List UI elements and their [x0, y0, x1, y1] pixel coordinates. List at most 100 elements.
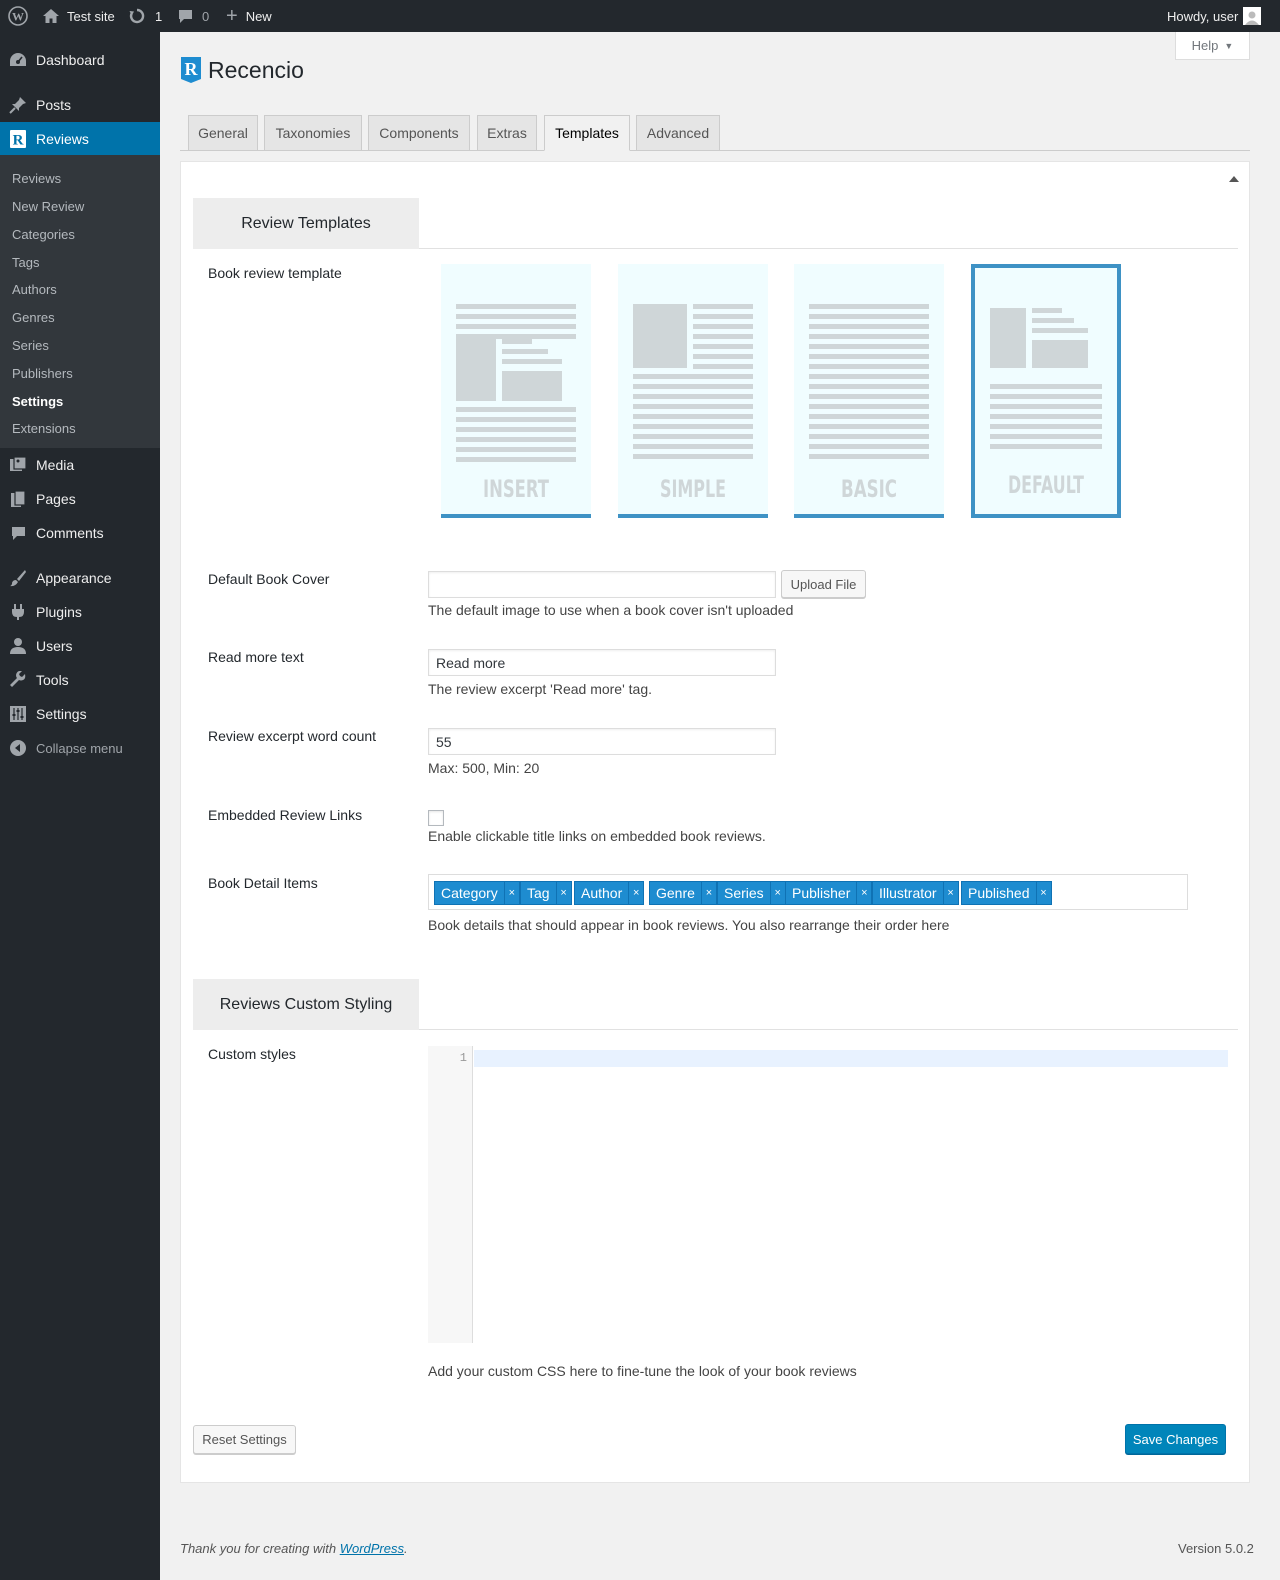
save-changes-button[interactable]: Save Changes — [1125, 1424, 1226, 1454]
help-tab-button[interactable]: Help ▼ — [1175, 32, 1250, 60]
site-name-link[interactable]: Test site — [42, 0, 115, 32]
footer-thanks-suffix: . — [404, 1541, 408, 1556]
template-name: DEFAULT — [1008, 471, 1084, 499]
submenu-reviews[interactable]: Reviews — [12, 171, 61, 186]
new-label: New — [245, 8, 272, 24]
menu-posts[interactable]: Posts — [0, 88, 160, 122]
book-detail-items-description: Book details that should appear in book … — [428, 917, 950, 933]
menu-media[interactable]: Media — [0, 448, 160, 482]
caret-down-icon: ▼ — [1224, 40, 1234, 51]
detail-item-chip[interactable]: Publisher × — [785, 881, 873, 905]
recencio-logo-icon: R — [180, 55, 202, 86]
line-number: 1 — [459, 1051, 467, 1065]
detail-item-chip[interactable]: Category × — [434, 881, 520, 905]
template-basic-option[interactable]: BASIC — [794, 264, 944, 518]
wordpress-link[interactable]: WordPress — [340, 1541, 404, 1556]
template-name: INSERT — [483, 475, 549, 503]
submenu-authors[interactable]: Authors — [12, 282, 57, 297]
menu-plugins[interactable]: Plugins — [0, 595, 160, 629]
chip-label: Author — [581, 885, 623, 901]
wordpress-logo-icon[interactable]: W — [8, 0, 28, 32]
comment-bubble-icon — [177, 8, 194, 25]
home-icon — [42, 8, 60, 24]
excerpt-word-count-description: Max: 500, Min: 20 — [428, 760, 540, 776]
editor-active-line[interactable] — [474, 1050, 1228, 1067]
submenu-extensions[interactable]: Extensions — [12, 421, 76, 436]
remove-chip-icon[interactable]: × — [769, 882, 785, 904]
tab-advanced[interactable]: Advanced — [636, 115, 720, 151]
section-header-custom-styling: Reviews Custom Styling — [193, 979, 1238, 1030]
my-account-link[interactable]: Howdy, user — [1167, 0, 1262, 32]
submenu-settings[interactable]: Settings — [12, 394, 63, 409]
excerpt-word-count-input[interactable]: 55 — [428, 728, 776, 755]
recencio-logo-icon: R — [0, 130, 36, 148]
collapse-panel-toggle-icon[interactable] — [1229, 176, 1239, 182]
upload-file-button[interactable]: Upload File — [781, 570, 866, 598]
menu-label: Comments — [36, 525, 104, 541]
remove-chip-icon[interactable]: × — [503, 882, 519, 904]
menu-appearance[interactable]: Appearance — [0, 561, 160, 595]
detail-item-chip[interactable]: Genre × — [649, 881, 717, 905]
tab-templates[interactable]: Templates — [544, 115, 630, 151]
detail-item-chip[interactable]: Tag × — [520, 881, 572, 905]
read-more-input[interactable]: Read more — [428, 649, 776, 676]
menu-label: Collapse menu — [36, 740, 123, 756]
remove-chip-icon[interactable]: × — [555, 882, 571, 904]
menu-settings[interactable]: Settings — [0, 697, 160, 731]
menu-tools[interactable]: Tools — [0, 663, 160, 697]
plus-icon: + — [226, 5, 238, 27]
collapse-arrow-icon — [0, 740, 36, 756]
submenu-publishers[interactable]: Publishers — [12, 366, 73, 381]
menu-label: Dashboard — [36, 52, 105, 68]
tab-general[interactable]: General — [188, 115, 258, 151]
settings-panel: Review Templates Book review template IN… — [180, 161, 1250, 1483]
remove-chip-icon[interactable]: × — [628, 882, 643, 904]
menu-label: Pages — [36, 491, 76, 507]
section-header-review-templates: Review Templates — [193, 198, 1238, 249]
media-icon — [0, 456, 36, 474]
chip-label: Genre — [656, 885, 695, 901]
submenu-categories[interactable]: Categories — [12, 227, 75, 242]
remove-chip-icon[interactable]: × — [700, 882, 716, 904]
submenu-new-review[interactable]: New Review — [12, 199, 84, 214]
book-detail-items-label: Book Detail Items — [208, 875, 318, 891]
detail-item-chip[interactable]: Illustrator × — [872, 881, 959, 905]
reviews-submenu: Reviews New Review Categories Tags Autho… — [0, 155, 160, 448]
default-cover-input[interactable] — [428, 571, 776, 598]
tab-components[interactable]: Components — [368, 115, 470, 151]
plugin-icon — [0, 603, 36, 621]
remove-chip-icon[interactable]: × — [942, 882, 958, 904]
detail-item-chip[interactable]: Published × — [961, 881, 1052, 905]
comments-link[interactable]: 0 — [177, 0, 209, 32]
new-content-link[interactable]: + New — [226, 0, 272, 32]
updates-link[interactable]: 1 — [128, 0, 162, 32]
template-default-option[interactable]: DEFAULT — [971, 264, 1121, 518]
comments-count: 0 — [202, 8, 210, 24]
reset-settings-button[interactable]: Reset Settings — [193, 1425, 296, 1454]
menu-label: Tools — [36, 672, 69, 688]
collapse-menu-button[interactable]: Collapse menu — [0, 731, 160, 765]
book-detail-items-tag-input[interactable]: Category × Tag × Author × Genre × Series × Pu… — [428, 874, 1188, 910]
tab-taxonomies[interactable]: Taxonomies — [264, 115, 362, 151]
submenu-genres[interactable]: Genres — [12, 310, 55, 325]
menu-reviews[interactable]: R Reviews — [0, 122, 160, 156]
template-insert-option[interactable]: INSERT — [441, 264, 591, 518]
admin-sidebar: Dashboard Posts R Reviews Reviews New Re… — [0, 32, 160, 1580]
menu-users[interactable]: Users — [0, 629, 160, 663]
menu-dashboard[interactable]: Dashboard — [0, 43, 160, 77]
custom-css-editor[interactable]: 1 — [428, 1046, 1228, 1343]
remove-chip-icon[interactable]: × — [856, 882, 871, 904]
users-icon — [0, 637, 36, 655]
detail-item-chip[interactable]: Author × — [574, 881, 645, 905]
remove-chip-icon[interactable]: × — [1035, 882, 1051, 904]
detail-item-chip[interactable]: Series × — [717, 881, 786, 905]
menu-comments[interactable]: Comments — [0, 516, 160, 550]
embedded-links-checkbox[interactable] — [428, 810, 444, 826]
submenu-series[interactable]: Series — [12, 338, 49, 353]
tab-extras[interactable]: Extras — [477, 115, 537, 151]
plugin-brand: R Recencio — [180, 55, 304, 86]
updates-icon — [128, 7, 146, 25]
menu-pages[interactable]: Pages — [0, 482, 160, 516]
submenu-tags[interactable]: Tags — [12, 255, 39, 270]
template-simple-option[interactable]: SIMPLE — [618, 264, 768, 518]
